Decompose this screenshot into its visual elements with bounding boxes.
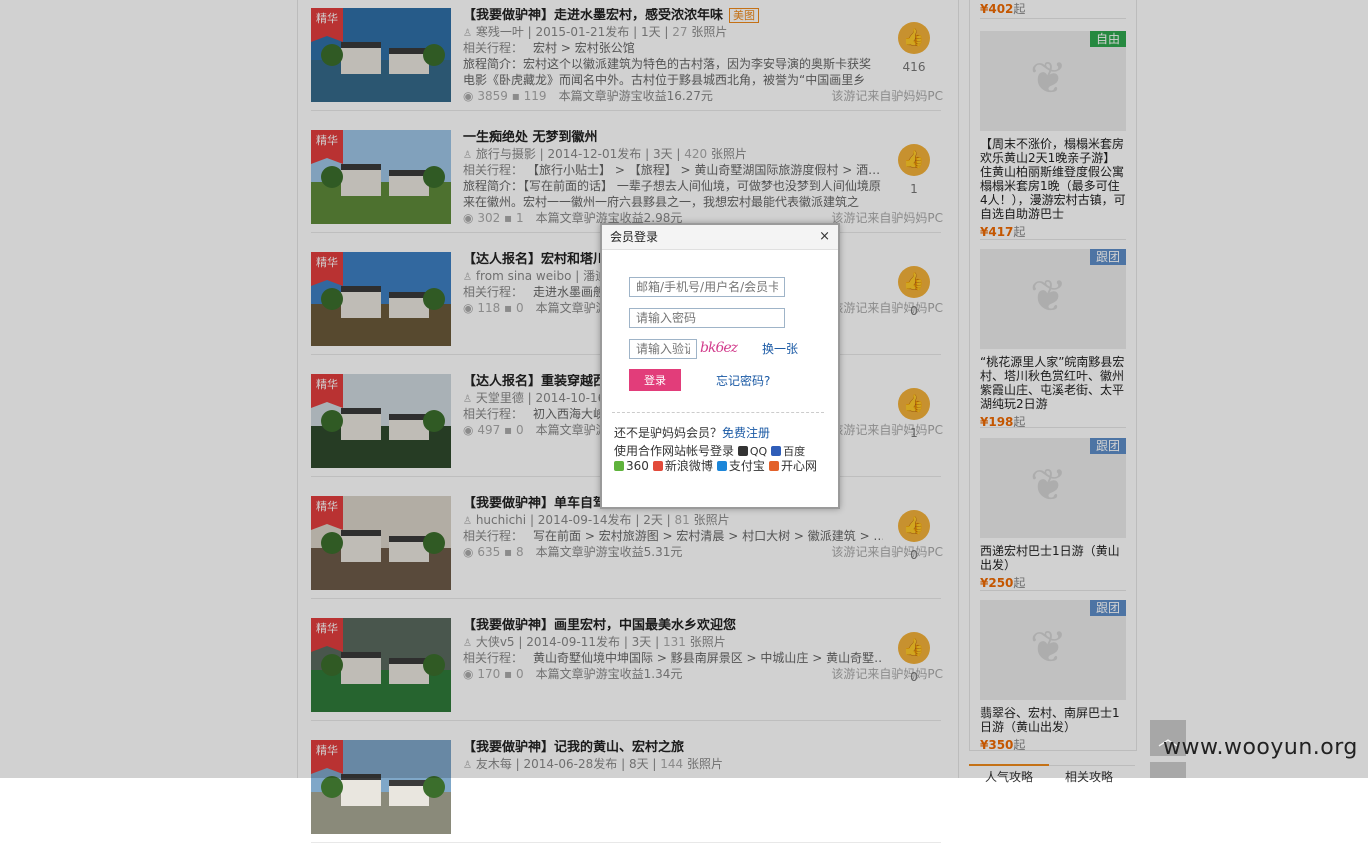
captcha-image[interactable]: bk6ez bbox=[700, 340, 738, 356]
partner-logo-icon bbox=[768, 461, 779, 471]
partner-login-4[interactable]: 支付宝 bbox=[716, 459, 765, 474]
partner-login-3[interactable]: 新浪微博 bbox=[652, 459, 713, 474]
login-button[interactable]: 登录 bbox=[629, 369, 681, 391]
login-dialog-title: 会员登录 bbox=[610, 230, 659, 244]
login-dialog: 会员登录 × bk6ez 换一张 登录 忘记密码? 还不是驴妈妈会员？免费注册 … bbox=[600, 223, 840, 509]
account-input[interactable] bbox=[629, 277, 785, 297]
register-line: 还不是驴妈妈会员？免费注册 bbox=[614, 426, 771, 440]
partner-logo-icon bbox=[737, 446, 748, 456]
divider bbox=[612, 412, 824, 413]
partner-login-0[interactable]: QQ bbox=[737, 444, 767, 459]
partner-login-1[interactable]: 百度 bbox=[771, 444, 805, 459]
close-icon[interactable]: × bbox=[819, 225, 830, 249]
forgot-password-link[interactable]: 忘记密码? bbox=[716, 372, 770, 389]
password-input[interactable] bbox=[629, 308, 785, 328]
captcha-input[interactable] bbox=[629, 339, 697, 359]
partner-login: 使用合作网站帐号登录 QQ 百度 360 新浪微博 支付宝 开心网 bbox=[614, 444, 824, 474]
partner-logo-icon bbox=[771, 446, 782, 456]
partner-logo-icon bbox=[614, 461, 624, 471]
feedback-button[interactable] bbox=[1150, 762, 1186, 778]
watermark: www.wooyun.org bbox=[1163, 735, 1358, 760]
partner-logo-icon bbox=[716, 461, 727, 471]
refresh-captcha-link[interactable]: 换一张 bbox=[762, 340, 798, 357]
partner-login-intro: 使用合作网站帐号登录 bbox=[614, 444, 735, 458]
partner-login-5[interactable]: 开心网 bbox=[768, 459, 817, 474]
login-dialog-header: 会员登录 × bbox=[602, 225, 838, 250]
partner-logo-icon bbox=[652, 461, 663, 471]
partner-login-2[interactable]: 360 bbox=[614, 459, 649, 474]
register-link[interactable]: 免费注册 bbox=[722, 426, 770, 440]
page: 精华 【我要做驴神】走进水墨宏村，感受浓浓年味 美图 ♙ 寒残一叶 | 2015-01… bbox=[0, 0, 1368, 843]
